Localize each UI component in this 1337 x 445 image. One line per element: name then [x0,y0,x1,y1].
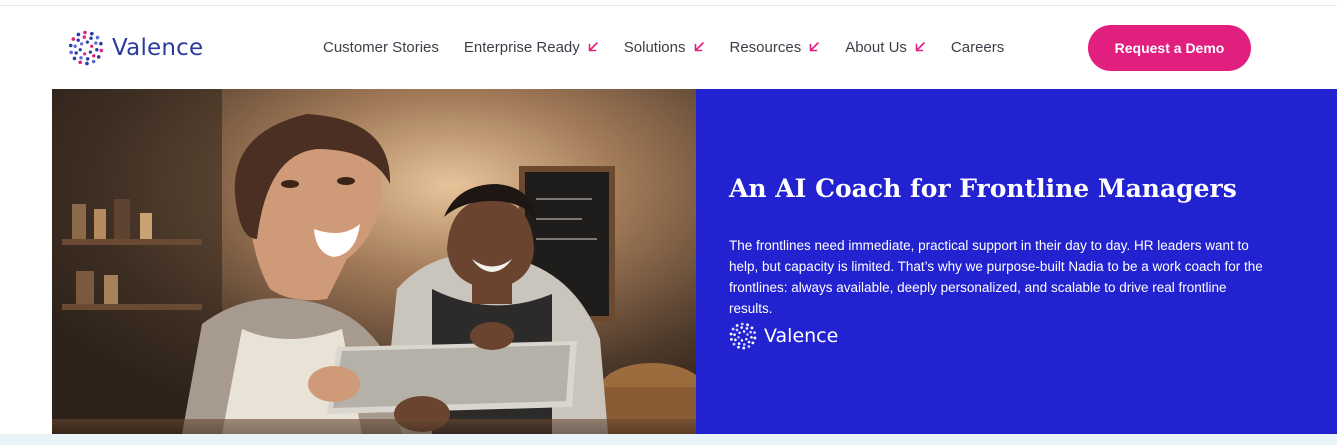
site-header: Valence Customer Stories Enterprise Read… [0,6,1337,89]
arrow-down-left-icon [915,42,925,52]
nav-resources[interactable]: Resources [730,39,821,56]
next-section-edge [0,434,1337,445]
nav-solutions[interactable]: Solutions [624,39,705,56]
main-nav: Customer Stories Enterprise Ready Soluti… [323,36,1004,58]
arrow-down-left-icon [588,42,598,52]
nav-label: Customer Stories [323,38,439,56]
hero-title: An AI Coach for Frontline Managers [729,174,1237,203]
nav-label: About Us [845,38,907,56]
nav-label: Enterprise Ready [463,38,580,56]
logo-wordmark: Valence [112,35,204,61]
hero-description: The frontlines need immediate, practical… [729,238,1263,316]
nav-label: Resources [729,38,802,56]
hero-logo-wordmark: Valence [764,325,839,347]
nav-label: Careers [950,38,1005,56]
arrow-down-left-icon [694,42,704,52]
nav-label: Solutions [623,38,686,56]
hero-image [52,89,696,434]
cafe-photo-illustration [52,89,696,434]
nav-careers[interactable]: Careers [951,39,1004,56]
hero-text-panel: An AI Coach for Frontline Managers The f… [696,89,1337,434]
valence-logo[interactable]: Valence [68,30,203,66]
nav-enterprise-ready[interactable]: Enterprise Ready [464,39,599,56]
nav-about-us[interactable]: About Us [845,39,926,56]
dotted-circle-logo-icon [68,30,104,66]
dotted-circle-logo-icon [729,322,757,350]
arrow-down-left-icon [809,42,820,52]
hero-section: An AI Coach for Frontline Managers The f… [52,89,1337,434]
nav-customer-stories[interactable]: Customer Stories [323,39,439,56]
request-demo-button[interactable]: Request a Demo [1088,25,1251,71]
hero-valence-logo: Valence [729,322,838,350]
